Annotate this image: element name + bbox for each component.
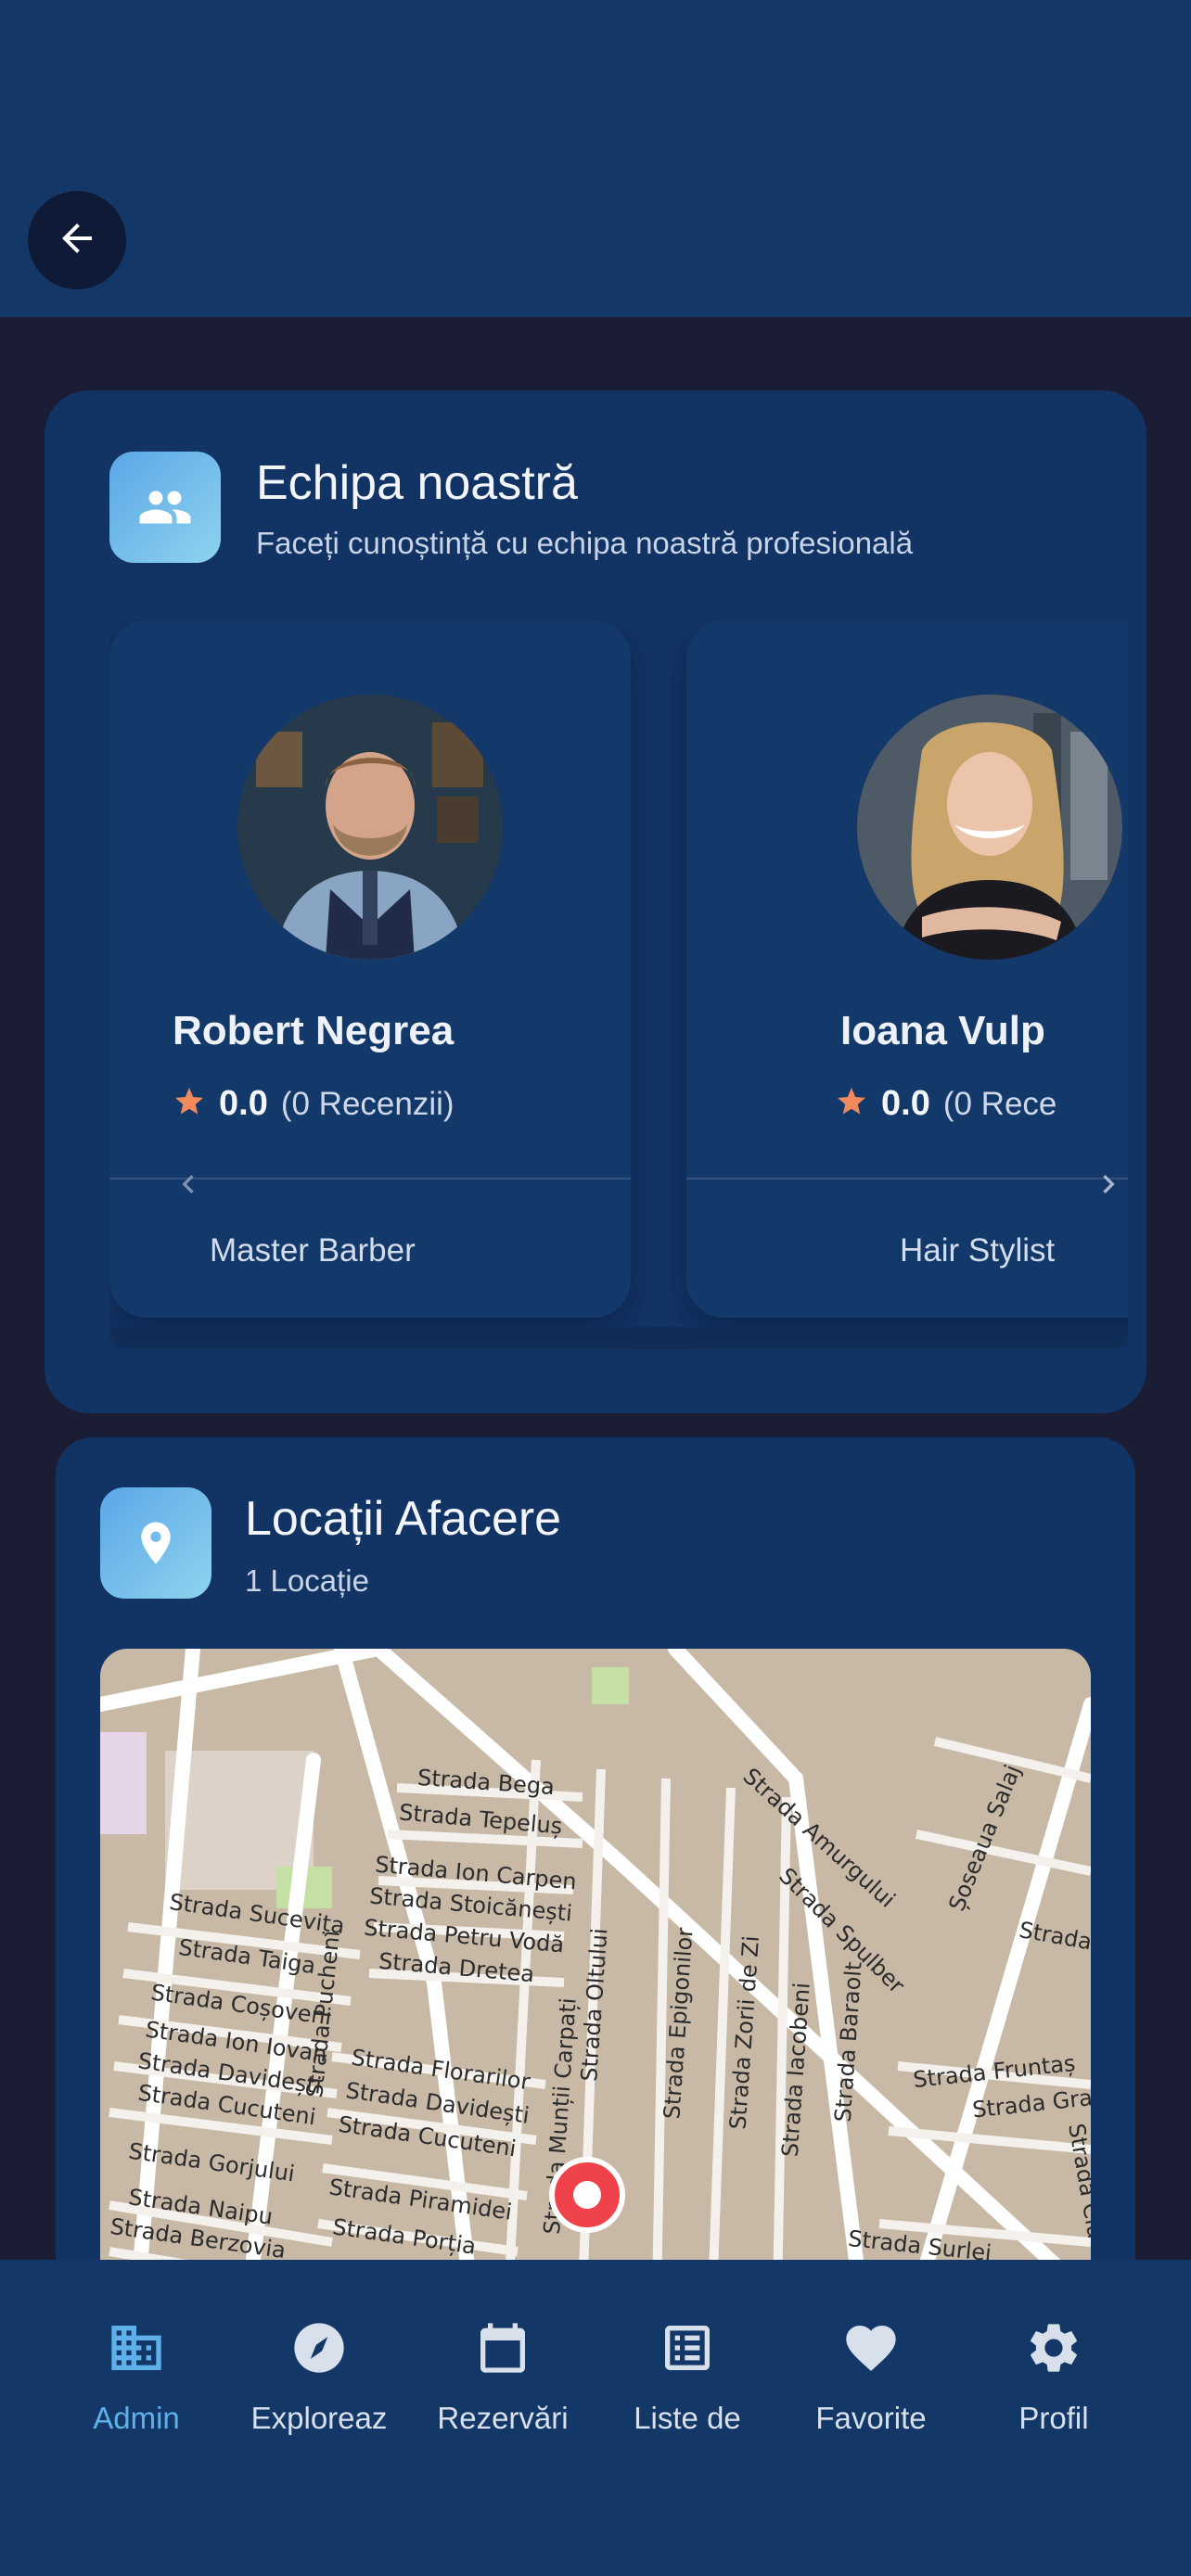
rating-score: 0.0 (219, 1084, 268, 1123)
arrow-left-icon (55, 216, 99, 265)
nav-profile[interactable]: Profil (961, 2315, 1146, 2455)
star-icon (173, 1085, 206, 1123)
list-icon (655, 2315, 720, 2380)
review-count: (0 Recenzii) (280, 1085, 455, 1122)
avatar (237, 695, 503, 960)
member-rating: 0.0 (0 Recenzii) (173, 1084, 455, 1124)
locations-subtitle: 1 Locație (245, 1563, 369, 1598)
people-icon (109, 452, 221, 563)
nav-favorites[interactable]: Favorite (778, 2315, 964, 2455)
compass-icon (287, 2315, 352, 2380)
team-member-card[interactable]: Ioana Vulp 0.0 (0 Rece Hair Stylist (686, 620, 1128, 1318)
member-rating: 0.0 (0 Rece (835, 1084, 1057, 1124)
nav-label: Liste de (634, 2401, 741, 2435)
nav-label: Rezervări (437, 2401, 569, 2435)
divider (686, 1178, 1128, 1180)
star-icon (835, 1085, 868, 1123)
review-count: (0 Rece (942, 1085, 1057, 1122)
nav-label: Favorite (815, 2401, 927, 2435)
nav-explore[interactable]: Exploreaz (226, 2315, 412, 2455)
member-role: Master Barber (210, 1232, 416, 1269)
nav-admin[interactable]: Admin (44, 2315, 229, 2455)
team-subtitle: Faceți cunoștință cu echipa noastră prof… (256, 526, 914, 560)
gear-icon (1021, 2315, 1086, 2380)
rating-score: 0.0 (881, 1084, 930, 1123)
member-role: Hair Stylist (900, 1232, 1056, 1269)
nav-label: Admin (93, 2401, 180, 2435)
team-title: Echipa noastră (256, 456, 578, 510)
team-section: Echipa noastră Faceți cunoștință cu echi… (45, 390, 1146, 1413)
team-carousel[interactable]: Robert Negrea 0.0 (0 Recenzii) Master Ba… (109, 620, 1128, 1353)
carousel-shadow (109, 1327, 1128, 1349)
carousel-next-button[interactable] (1076, 1154, 1128, 1218)
chevron-left-icon (170, 1166, 207, 1207)
top-app-bar (0, 0, 1191, 317)
building-icon (104, 2315, 169, 2380)
member-name: Ioana Vulp (840, 1008, 1045, 1053)
locations-title: Locații Afacere (245, 1492, 562, 1546)
back-button[interactable] (28, 191, 126, 289)
map-pin-icon (100, 1487, 211, 1599)
marker-center (573, 2181, 601, 2209)
nav-lists[interactable]: Liste de (595, 2315, 780, 2455)
carousel-prev-button[interactable] (156, 1154, 221, 1218)
location-map[interactable]: Strada Bega Strada Tepeluș Strada Ion Ca… (100, 1649, 1091, 2298)
bottom-navigation: Admin Exploreaz Rezervări Liste de Favor… (0, 2260, 1191, 2576)
chevron-right-icon (1090, 1166, 1127, 1207)
member-name: Robert Negrea (173, 1008, 455, 1053)
nav-bookings[interactable]: Rezervări (410, 2315, 596, 2455)
calendar-icon (470, 2315, 535, 2380)
avatar (857, 695, 1122, 960)
nav-label: Profil (1018, 2401, 1089, 2435)
heart-icon (839, 2315, 903, 2380)
nav-label: Exploreaz (250, 2401, 388, 2435)
location-marker[interactable] (549, 2157, 625, 2233)
